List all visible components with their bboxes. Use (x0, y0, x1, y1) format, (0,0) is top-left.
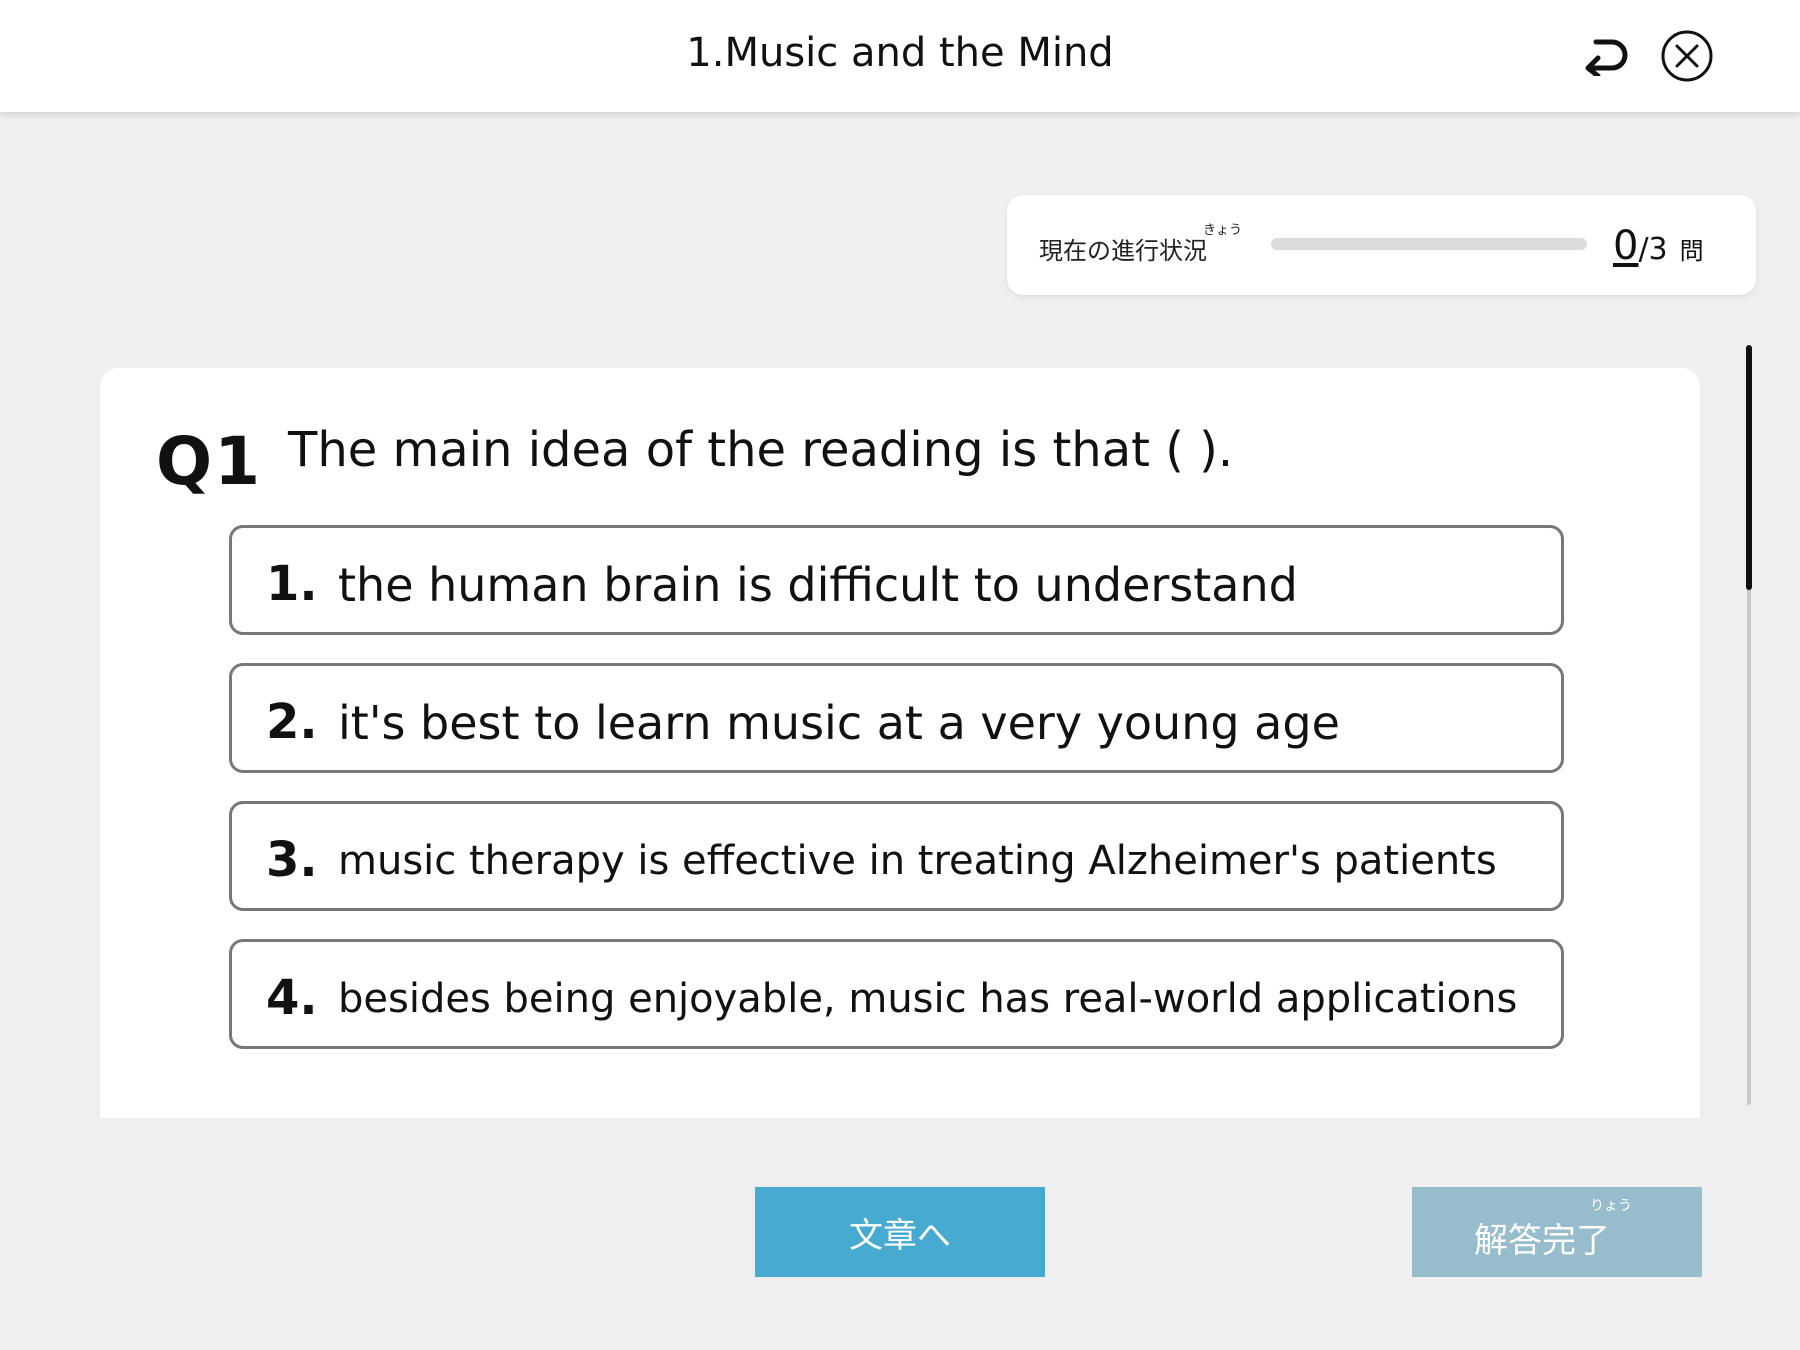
progress-label: 現在の進行状況 (1039, 237, 1207, 265)
app-header: 1.Music and the Mind (0, 0, 1800, 112)
return-button[interactable] (1578, 28, 1634, 84)
progress-bar (1271, 238, 1587, 250)
option-number: 3. (266, 832, 318, 888)
close-circle-icon (1661, 30, 1713, 82)
return-arrow-icon (1585, 39, 1628, 76)
scrollbar-thumb[interactable] (1746, 345, 1752, 590)
answer-option-2[interactable]: 2. it's best to learn music at a very yo… (229, 663, 1564, 773)
count-unit: 問 (1679, 237, 1704, 265)
option-text: besides being enjoyable, music has real-… (338, 976, 1518, 1022)
go-to-passage-label: 文章へ (849, 1215, 951, 1256)
answered-count: 0 (1613, 223, 1639, 269)
question-text: The main idea of the reading is that ( )… (288, 422, 1234, 478)
total-count: /3 (1638, 232, 1668, 267)
close-button[interactable] (1659, 28, 1715, 84)
question-card: Q1 The main idea of the reading is that … (100, 368, 1700, 1118)
submit-answer-button[interactable]: りょう 解答完了 (1412, 1187, 1702, 1277)
option-number: 2. (266, 694, 318, 750)
answer-option-3[interactable]: 3. music therapy is effective in treatin… (229, 801, 1564, 911)
option-text: it's best to learn music at a very young… (338, 696, 1340, 750)
submit-answer-label: 解答完了 (1474, 1221, 1610, 1261)
option-text: music therapy is effective in treating A… (338, 838, 1497, 884)
progress-ruby: きょう (1203, 223, 1243, 238)
answer-option-4[interactable]: 4. besides being enjoyable, music has re… (229, 939, 1564, 1049)
option-text: the human brain is difficult to understa… (338, 558, 1298, 612)
page-title: 1.Music and the Mind (686, 30, 1114, 76)
answer-option-1[interactable]: 1. the human brain is difficult to under… (229, 525, 1564, 635)
progress-card: 現在の進行状況 きょう 0/3 問 (1007, 195, 1756, 295)
option-number: 4. (266, 970, 318, 1026)
submit-ruby: りょう (1590, 1198, 1632, 1214)
go-to-passage-button[interactable]: 文章へ (755, 1187, 1045, 1277)
option-number: 1. (266, 556, 318, 612)
question-number: Q1 (156, 423, 263, 500)
progress-count: 0/3 問 (1613, 223, 1704, 269)
